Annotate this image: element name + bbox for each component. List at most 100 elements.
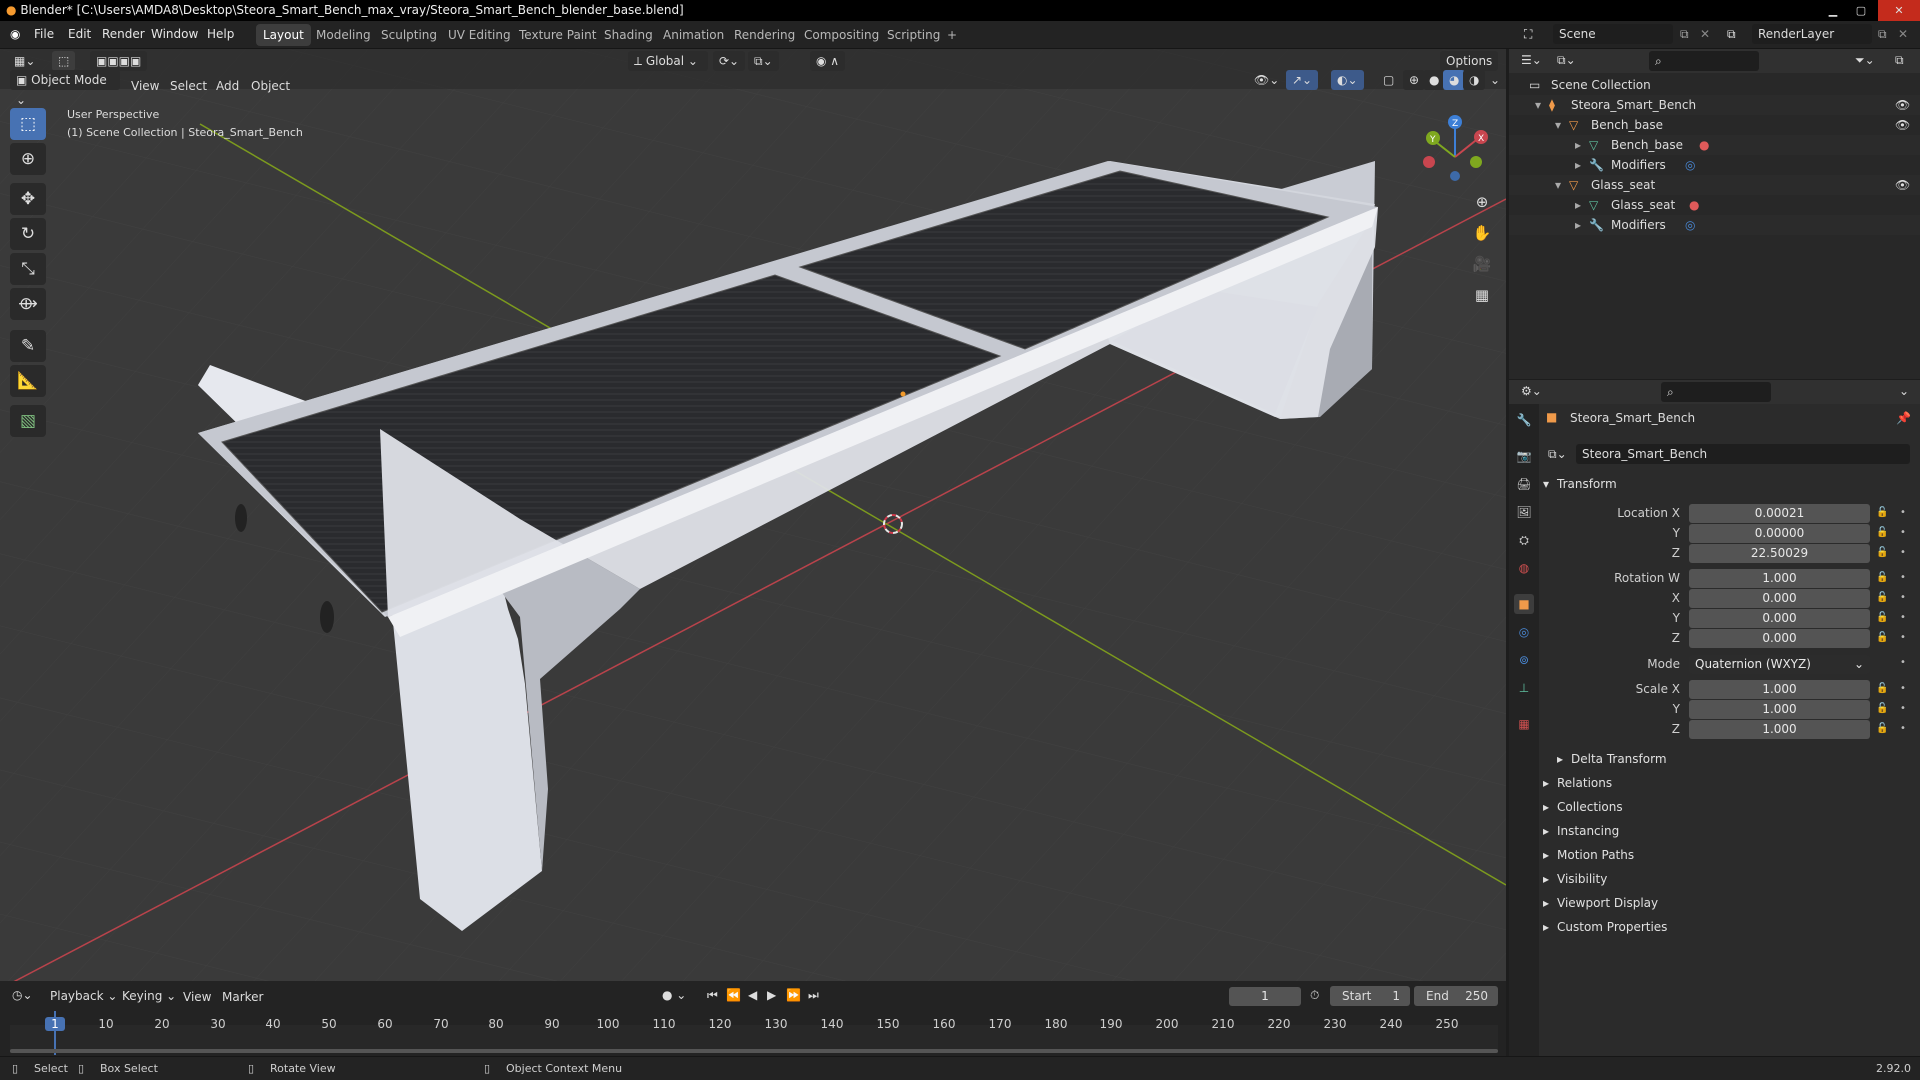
rotation-w-field[interactable]: 1.000 — [1689, 569, 1870, 588]
location-x-field[interactable]: 0.00021 — [1689, 504, 1870, 523]
panel-instancing[interactable]: ▸ Instancing — [1541, 820, 1916, 842]
annotate-tool-icon[interactable]: ✎ — [10, 330, 46, 362]
expand-arrow-icon[interactable]: ▾ — [1535, 95, 1541, 115]
blender-menu-icon[interactable]: ◉ — [10, 27, 20, 41]
view-layer-field[interactable]: RenderLayer — [1752, 24, 1872, 44]
lock-icon[interactable]: 🔓 — [1876, 572, 1888, 583]
pan-hand-icon[interactable]: ✋ — [1468, 219, 1496, 247]
scale-z-field[interactable]: 1.000 — [1689, 720, 1870, 739]
tab-compositing[interactable]: Compositing — [797, 24, 886, 46]
scene-field[interactable]: Scene — [1553, 24, 1673, 44]
viewport-scene[interactable]: Z X Y — [0, 49, 1506, 981]
rotation-mode-select[interactable]: Quaternion (WXYZ) ⌄ — [1689, 655, 1870, 674]
orientation-select[interactable]: ⟂ Global ⌄ — [628, 51, 708, 71]
tab-rendering[interactable]: Rendering — [727, 24, 802, 46]
timeline-menu-playback[interactable]: Playback ⌄ — [44, 986, 123, 1006]
tool-tab-icon[interactable]: 🔧 — [1514, 410, 1534, 430]
rotation-z-field[interactable]: 0.000 — [1689, 629, 1870, 648]
selection-modes[interactable]: ▣▣▣▣ — [90, 51, 148, 71]
rotation-x-field[interactable]: 0.000 — [1689, 589, 1870, 608]
lock-icon[interactable]: 🔓 — [1876, 547, 1888, 558]
xray-toggle[interactable]: ▢ — [1377, 70, 1400, 90]
rotate-tool-icon[interactable]: ↻ — [10, 218, 46, 250]
outliner-root[interactable]: ▭ Scene Collection — [1509, 75, 1920, 95]
panel-motion-paths[interactable]: ▸ Motion Paths — [1541, 844, 1916, 866]
visibility-eye-icon[interactable]: 👁 — [1895, 175, 1910, 195]
expand-arrow-icon[interactable]: ▾ — [1555, 175, 1561, 195]
maximize-button[interactable]: ▢ — [1848, 0, 1874, 21]
timeline-menu-marker[interactable]: Marker — [222, 990, 263, 1004]
end-frame-field[interactable]: End 250 — [1414, 986, 1498, 1006]
current-frame-field[interactable]: 1 — [1229, 987, 1301, 1006]
keyframe-dot-icon[interactable]: • — [1900, 632, 1906, 643]
lock-icon[interactable]: 🔓 — [1876, 507, 1888, 518]
tab-sculpting[interactable]: Sculpting — [374, 24, 444, 46]
expand-arrow-icon[interactable]: ▸ — [1575, 215, 1581, 235]
options-button[interactable]: Options — [1440, 51, 1499, 71]
jump-end-icon[interactable]: ⏭ — [808, 988, 819, 1003]
visibility-eye-icon[interactable]: 👁 — [1895, 115, 1910, 135]
select-tool-icon[interactable]: ⬚ — [52, 51, 76, 71]
view-layer-icon[interactable]: ⧉ — [1727, 27, 1736, 42]
delta-transform-subpanel[interactable]: ▸ Delta Transform — [1555, 748, 1920, 770]
tab-uv-editing[interactable]: UV Editing — [441, 24, 518, 46]
menu-edit[interactable]: Edit — [68, 27, 91, 41]
viewport-menu-select[interactable]: Select — [170, 79, 207, 93]
outliner-filter-icon[interactable]: ⏷⌄ — [1855, 53, 1875, 68]
rotation-y-field[interactable]: 0.000 — [1689, 609, 1870, 628]
lock-icon[interactable]: 🔓 — [1876, 592, 1888, 603]
select-box-tool-icon[interactable]: ⬚ — [10, 108, 46, 140]
measure-tool-icon[interactable]: 📐 — [10, 365, 46, 397]
outliner-display-mode-icon[interactable]: ⧉⌄ — [1557, 53, 1576, 68]
pivot-select[interactable]: ⟳⌄ — [713, 51, 746, 71]
keyframe-dot-icon[interactable]: • — [1900, 703, 1906, 714]
menu-help[interactable]: Help — [207, 27, 234, 41]
camera-view-icon[interactable]: 🎥 — [1468, 250, 1496, 278]
expand-arrow-icon[interactable]: ▸ — [1575, 155, 1581, 175]
lock-icon[interactable]: 🔓 — [1876, 612, 1888, 623]
panel-collections[interactable]: ▸ Collections — [1541, 796, 1916, 818]
outliner-new-collection-icon[interactable]: ⧉ — [1895, 53, 1904, 68]
outliner-search-input[interactable]: ⌕ — [1649, 51, 1759, 71]
keyframe-dot-icon[interactable]: • — [1900, 657, 1906, 668]
outliner-item[interactable]: ▸ 🔧 Modifiers ◎ — [1509, 155, 1920, 175]
outliner-item[interactable]: ▾ ▽ Glass_seat 👁 — [1509, 175, 1920, 195]
visibility-eye-icon[interactable]: 👁 — [1895, 95, 1910, 115]
lock-icon[interactable]: 🔓 — [1876, 632, 1888, 643]
keyframe-dot-icon[interactable]: • — [1900, 547, 1906, 558]
shading-rendered-icon[interactable]: ◑ — [1463, 70, 1486, 90]
keyframe-dot-icon[interactable]: • — [1900, 592, 1906, 603]
outliner-item[interactable]: ▸ ▽ Glass_seat ● — [1509, 195, 1920, 215]
shading-options-icon[interactable]: ⌄ — [1484, 70, 1506, 90]
panel-visibility[interactable]: ▸ Visibility — [1541, 868, 1916, 890]
viewport-menu-view[interactable]: View — [131, 79, 159, 93]
play-reverse-icon[interactable]: ◀ — [748, 988, 757, 1002]
keyframe-dot-icon[interactable]: • — [1900, 683, 1906, 694]
viewport-3d[interactable]: Z X Y User Perspective (1) Scene Collect… — [0, 49, 1506, 981]
lock-icon[interactable]: 🔓 — [1876, 527, 1888, 538]
shading-wireframe-icon[interactable]: ⊕ — [1403, 70, 1426, 90]
location-y-field[interactable]: 0.00000 — [1689, 524, 1870, 543]
panel-custom-properties[interactable]: ▸ Custom Properties — [1541, 916, 1916, 938]
tab-animation[interactable]: Animation — [656, 24, 731, 46]
outliner-item[interactable]: ▾ ▽ Bench_base 👁 — [1509, 115, 1920, 135]
record-button[interactable]: ● ⌄ — [662, 988, 686, 1002]
ortho-grid-icon[interactable]: ▦ — [1468, 281, 1496, 309]
timeline-scrollbar[interactable] — [10, 1049, 1498, 1053]
cursor-tool-icon[interactable]: ⊕ — [10, 143, 46, 175]
menu-window[interactable]: Window — [151, 27, 198, 41]
tab-shading[interactable]: Shading — [597, 24, 660, 46]
tab-texture-paint[interactable]: Texture Paint — [512, 24, 603, 46]
snap-toggle[interactable]: ⧉⌄ — [748, 51, 779, 71]
pin-icon[interactable]: 📌 — [1896, 411, 1911, 425]
menu-render[interactable]: Render — [102, 27, 145, 41]
add-cube-tool-icon[interactable]: ▧ — [10, 405, 46, 437]
keyframe-dot-icon[interactable]: • — [1900, 527, 1906, 538]
jump-start-icon[interactable]: ⏮ — [707, 988, 718, 1003]
gizmo-toggle[interactable]: ↗⌄ — [1286, 70, 1319, 90]
outliner-item[interactable]: ▾ ⧫ Steora_Smart_Bench 👁 — [1509, 95, 1920, 115]
preview-range-icon[interactable]: ⏱ — [1310, 988, 1319, 1003]
close-button[interactable]: ✕ — [1878, 0, 1920, 21]
new-scene-icon[interactable]: ⧉ — [1680, 27, 1689, 42]
properties-options-icon[interactable]: ⌄ — [1899, 384, 1909, 398]
